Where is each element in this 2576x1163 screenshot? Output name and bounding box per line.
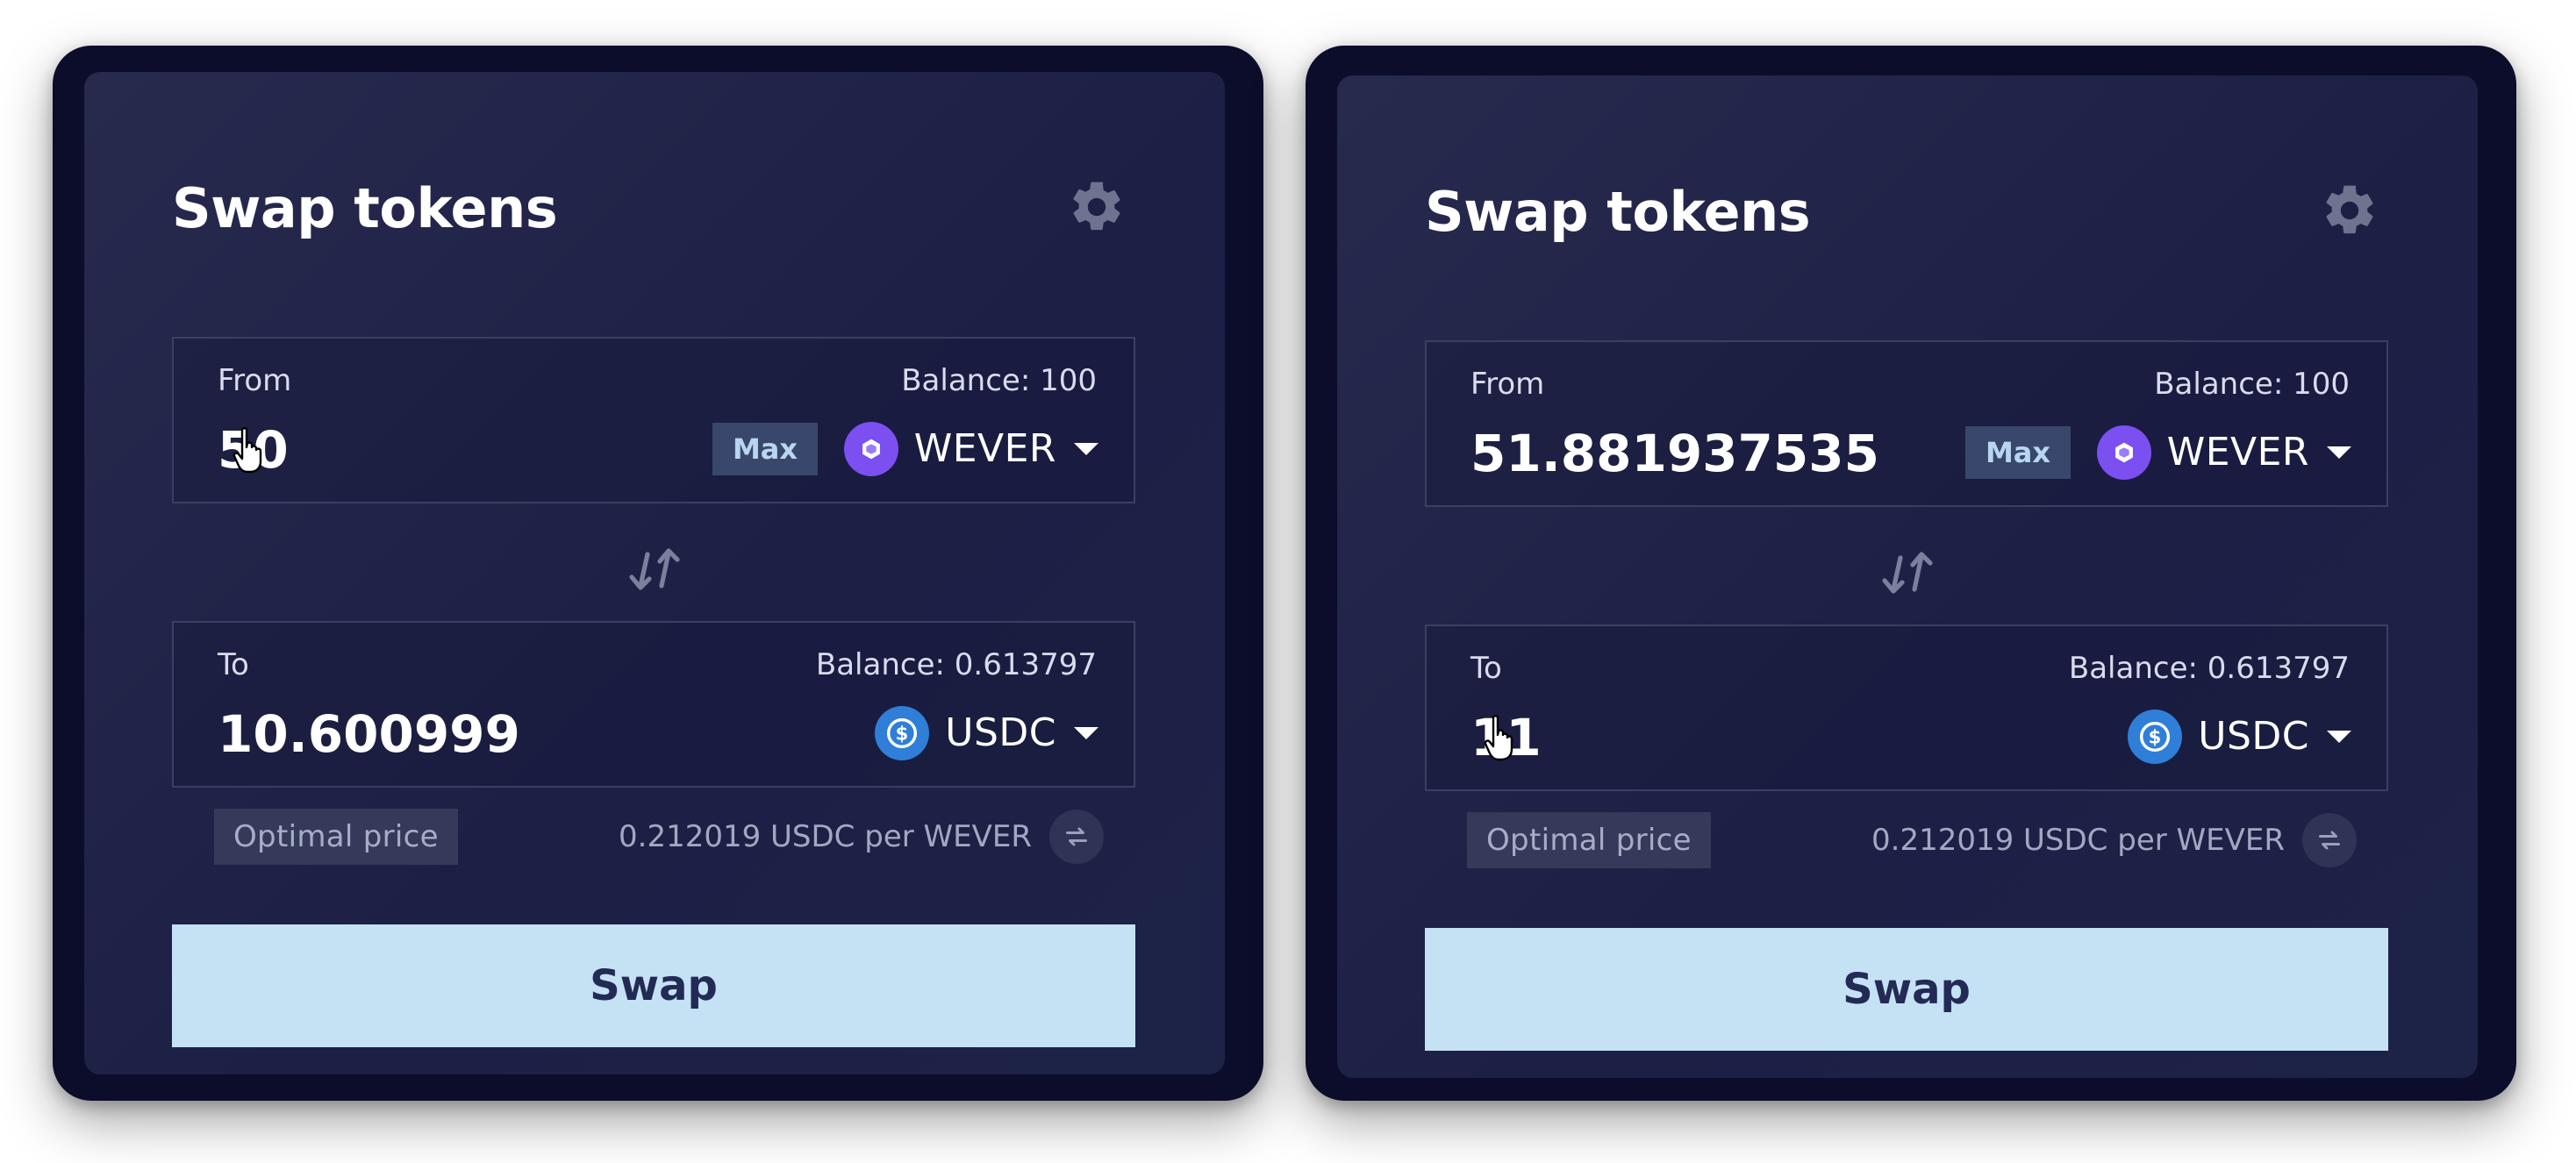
- hand-pointer-icon: [233, 427, 262, 474]
- refresh-icon[interactable]: [2302, 813, 2357, 867]
- gear-icon[interactable]: [2320, 181, 2379, 240]
- gear-icon[interactable]: [1067, 177, 1127, 237]
- from-token-name: WEVER: [2166, 430, 2309, 474]
- to-label: To: [218, 647, 249, 682]
- to-balance: Balance: 0.613797: [2068, 651, 2350, 686]
- chevron-down-icon: [2327, 731, 2351, 743]
- swap-card: Swap tokens From Balance: 100 50 Max WEV…: [84, 72, 1225, 1074]
- swap-button[interactable]: Swap: [172, 924, 1135, 1047]
- to-token-name: USDC: [945, 710, 1056, 755]
- max-button[interactable]: Max: [1965, 426, 2071, 479]
- chevron-down-icon: [1074, 727, 1098, 739]
- hand-pointer-icon: [1484, 715, 1513, 761]
- usdc-icon: $: [875, 706, 930, 760]
- to-label: To: [1470, 651, 1502, 686]
- from-label: From: [1470, 367, 1545, 402]
- chevron-down-icon: [2327, 446, 2351, 459]
- swap-title: Swap tokens: [1425, 180, 1811, 244]
- optimal-price-badge: Optimal price: [214, 809, 458, 865]
- to-token-name: USDC: [2198, 714, 2309, 759]
- to-field[interactable]: To Balance: 0.613797 11 $ USDC: [1425, 624, 2388, 791]
- to-field[interactable]: To Balance: 0.613797 10.600999 $ USDC: [172, 621, 1135, 788]
- to-amount-input[interactable]: 10.600999: [218, 700, 520, 768]
- from-token-selector[interactable]: WEVER: [2096, 423, 2351, 482]
- swap-direction-icon[interactable]: [625, 540, 684, 600]
- from-token-name: WEVER: [913, 426, 1056, 471]
- to-token-selector[interactable]: $ USDC: [875, 703, 1098, 763]
- swap-button[interactable]: Swap: [1425, 928, 2388, 1051]
- swap-direction-icon[interactable]: [1878, 544, 1937, 603]
- swap-card: Swap tokens From Balance: 100 51.8819375…: [1337, 75, 2478, 1078]
- max-button[interactable]: Max: [712, 423, 818, 475]
- from-label: From: [218, 363, 292, 398]
- to-balance: Balance: 0.613797: [815, 647, 1097, 682]
- from-balance: Balance: 100: [901, 363, 1097, 398]
- swap-title: Swap tokens: [172, 176, 558, 240]
- chevron-down-icon: [1074, 443, 1098, 455]
- from-field[interactable]: From Balance: 100 50 Max WEVER: [172, 337, 1135, 503]
- from-token-selector[interactable]: WEVER: [843, 419, 1098, 479]
- optimal-price-badge: Optimal price: [1467, 812, 1711, 868]
- refresh-icon[interactable]: [1049, 810, 1104, 864]
- svg-text:$: $: [896, 723, 909, 745]
- from-amount-input[interactable]: 51.881937535: [1470, 419, 1879, 488]
- svg-text:$: $: [2149, 726, 2162, 748]
- wever-icon: [843, 422, 898, 476]
- from-field[interactable]: From Balance: 100 51.881937535 Max WEVER: [1425, 340, 2388, 507]
- from-balance: Balance: 100: [2154, 367, 2350, 402]
- price-rate: 0.212019 USDC per WEVER: [619, 819, 1032, 854]
- wever-icon: [2096, 425, 2151, 480]
- swap-widget-frame: Swap tokens From Balance: 100 51.8819375…: [1306, 46, 2516, 1101]
- price-rate: 0.212019 USDC per WEVER: [1871, 823, 2285, 858]
- swap-widget-frame: Swap tokens From Balance: 100 50 Max WEV…: [53, 46, 1263, 1101]
- usdc-icon: $: [2128, 710, 2183, 764]
- to-token-selector[interactable]: $ USDC: [2128, 707, 2351, 767]
